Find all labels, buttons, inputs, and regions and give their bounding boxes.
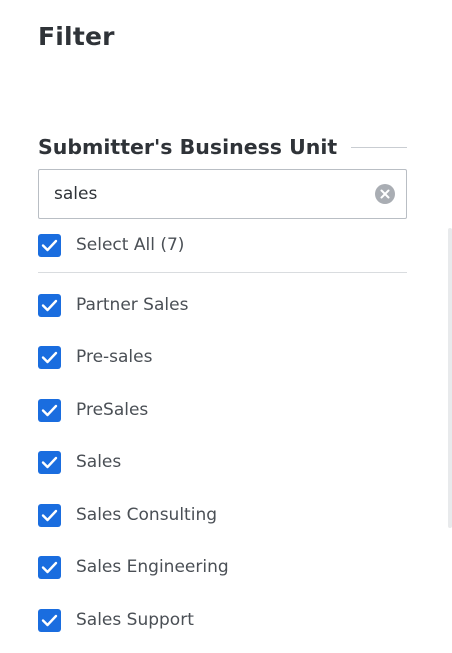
option-sales-consulting[interactable]: Sales Consulting xyxy=(38,502,217,528)
search-input[interactable] xyxy=(54,170,364,218)
checkbox-checked-icon[interactable] xyxy=(38,398,61,422)
option-label: Sales Engineering xyxy=(76,557,229,577)
option-partner-sales[interactable]: Partner Sales xyxy=(38,292,188,318)
option-sales[interactable]: Sales xyxy=(38,449,121,475)
option-presales[interactable]: PreSales xyxy=(38,397,148,423)
section-title: Submitter's Business Unit xyxy=(38,135,338,159)
section-divider xyxy=(351,146,407,148)
checkbox-checked-icon[interactable] xyxy=(38,555,61,579)
checkbox-checked-icon[interactable] xyxy=(38,345,61,369)
search-field xyxy=(38,169,407,219)
checkbox-checked-icon[interactable] xyxy=(38,233,61,257)
filter-panel: Filter Submitter's Business Unit Select … xyxy=(0,0,452,653)
option-label: Sales Support xyxy=(76,610,194,630)
option-label: Pre-sales xyxy=(76,347,153,367)
option-label: Partner Sales xyxy=(76,295,189,315)
clear-circle-icon[interactable] xyxy=(375,184,395,204)
filter-title: Filter xyxy=(38,22,115,51)
option-pre-sales[interactable]: Pre-sales xyxy=(38,344,152,370)
list-divider xyxy=(38,272,407,273)
option-sales-engineering[interactable]: Sales Engineering xyxy=(38,554,229,580)
option-sales-support[interactable]: Sales Support xyxy=(38,607,194,633)
section-header: Submitter's Business Unit xyxy=(38,132,407,162)
checkbox-checked-icon[interactable] xyxy=(38,608,61,632)
checkbox-checked-icon[interactable] xyxy=(38,293,61,317)
select-all-label: Select All (7) xyxy=(76,235,185,255)
list-scrollbar[interactable] xyxy=(448,228,452,528)
option-label: PreSales xyxy=(76,400,149,420)
checkbox-checked-icon[interactable] xyxy=(38,503,61,527)
select-all-option[interactable]: Select All (7) xyxy=(38,232,184,258)
checkbox-checked-icon[interactable] xyxy=(38,450,61,474)
option-label: Sales Consulting xyxy=(76,505,218,525)
option-label: Sales xyxy=(76,452,122,472)
